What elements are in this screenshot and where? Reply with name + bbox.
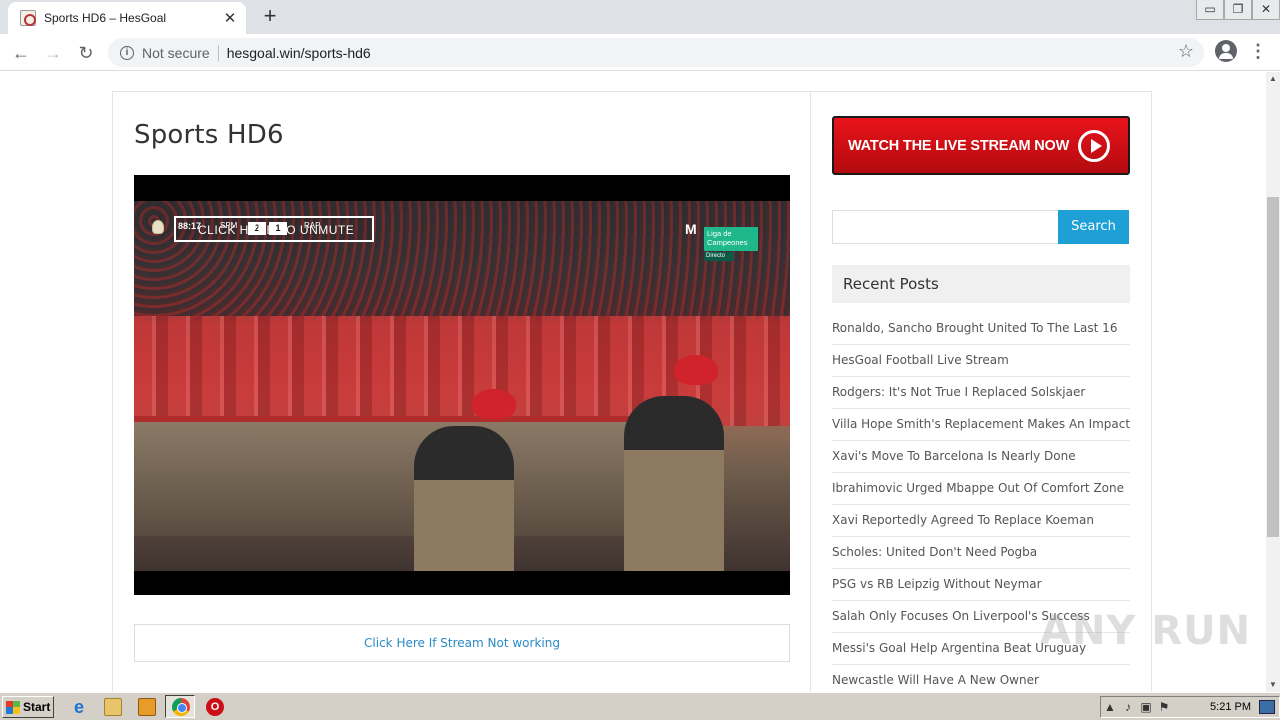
steward-hat [472,389,516,419]
forward-button[interactable]: → [40,40,66,66]
start-button[interactable]: Start [2,696,54,718]
new-tab-button[interactable]: + [258,4,282,28]
video-frame [134,201,790,571]
live-badge: Directo [704,252,734,261]
opera-icon[interactable]: O [206,698,224,716]
bookmark-star-icon[interactable]: ☆ [1178,41,1194,62]
scroll-up-icon[interactable]: ▲ [1266,72,1280,86]
recent-post-link[interactable]: Xavi Reportedly Agreed To Replace Koeman [832,505,1130,537]
league-badge: Liga de Campeones [704,227,758,251]
competition-logo-icon [152,220,164,234]
stream-link-box: Click Here If Stream Not working [134,624,790,662]
recent-post-link[interactable]: Rodgers: It's Not True I Replaced Solskj… [832,377,1130,409]
volume-icon[interactable]: ♪ [1119,700,1137,714]
dugout-image [134,416,654,536]
unmute-label: CLICK HERE TO UNMUTE [198,223,355,237]
scroll-thumb[interactable] [1267,197,1279,537]
restore-button[interactable]: ❐ [1224,0,1252,20]
video-player[interactable]: 88:17 SPM 2 1 RAP CLICK HERE TO UNMUTE M… [134,175,790,595]
minimize-button[interactable]: ▭ [1196,0,1224,20]
browser-toolbar: ← → ↻ i Not secure hesgoal.win/sports-hd… [0,34,1280,71]
recent-post-link[interactable]: PSG vs RB Leipzig Without Neymar [832,569,1130,601]
page-title: Sports HD6 [134,120,284,150]
steward-figure [624,396,724,571]
steward-figure [414,426,514,571]
chrome-icon[interactable] [172,698,190,716]
flag-icon[interactable]: ⚑ [1155,700,1173,714]
show-desktop-icon[interactable] [1259,700,1275,714]
search-input[interactable] [832,210,1059,244]
close-window-button[interactable]: ✕ [1252,0,1280,20]
taskbar-clock[interactable]: 5:21 PM [1210,701,1251,713]
column-divider [810,91,811,692]
banner-text: WATCH THE LIVE STREAM NOW [848,137,1070,154]
unmute-overlay-button[interactable]: 88:17 SPM 2 1 RAP CLICK HERE TO UNMUTE [174,216,374,242]
reload-button[interactable]: ↻ [73,40,99,66]
stream-not-working-link[interactable]: Click Here If Stream Not working [364,636,560,650]
recent-post-link[interactable]: Newcastle Will Have A New Owner [832,665,1130,692]
url-text[interactable]: hesgoal.win/sports-hd6 [227,45,371,61]
watch-live-banner[interactable]: WATCH THE LIVE STREAM NOW [832,116,1130,175]
tab-strip: Sports HD6 – HesGoal ✕ + ▭ ❐ ✕ [0,0,1280,34]
close-tab-icon[interactable]: ✕ [222,9,238,27]
scroll-down-icon[interactable]: ▼ [1266,678,1280,692]
system-tray: ▲ ♪ ▣ ⚑ 5:21 PM [1100,696,1280,718]
recent-post-link[interactable]: Scholes: United Don't Need Pogba [832,537,1130,569]
back-button[interactable]: ← [8,40,34,66]
windows-logo-icon [6,700,20,714]
search-button[interactable]: Search [1058,210,1129,244]
steward-hat [674,355,718,385]
tab-title: Sports HD6 – HesGoal [44,11,167,25]
page-viewport: Sports HD6 88:17 SPM 2 1 RAP CLICK HERE … [0,72,1266,692]
page-scrollbar[interactable]: ▲ ▼ [1266,72,1280,692]
tray-expand-icon[interactable]: ▲ [1101,700,1119,714]
recent-post-link[interactable]: Xavi's Move To Barcelona Is Nearly Done [832,441,1130,473]
start-label: Start [23,700,51,714]
address-bar[interactable]: i Not secure hesgoal.win/sports-hd6 ☆ [108,38,1204,67]
window-controls: ▭ ❐ ✕ [1196,0,1280,20]
info-icon[interactable]: i [120,45,134,60]
play-icon [1078,130,1110,162]
file-explorer-icon[interactable] [104,698,122,716]
security-label: Not secure [142,44,210,61]
anyrun-watermark: ANY RUN [1040,608,1252,654]
recent-post-link[interactable]: Ibrahimovic Urged Mbappe Out Of Comfort … [832,473,1130,505]
profile-avatar-icon[interactable] [1215,40,1237,62]
recent-post-link[interactable]: Ronaldo, Sancho Brought United To The La… [832,313,1130,345]
browser-tab[interactable]: Sports HD6 – HesGoal ✕ [8,2,246,34]
media-player-icon[interactable] [138,698,156,716]
recent-post-link[interactable]: Villa Hope Smith's Replacement Makes An … [832,409,1130,441]
os-taskbar: Start e O ▲ ♪ ▣ ⚑ 5:21 PM [0,692,1280,720]
site-favicon-icon [20,10,36,26]
recent-posts-heading: Recent Posts [832,265,1130,303]
divider [217,44,219,61]
internet-explorer-icon[interactable]: e [70,698,88,716]
network-icon[interactable]: ▣ [1137,700,1155,714]
broadcaster-logo: M [685,221,697,237]
browser-menu-icon[interactable]: ⋮ [1248,40,1268,62]
recent-post-link[interactable]: HesGoal Football Live Stream [832,345,1130,377]
